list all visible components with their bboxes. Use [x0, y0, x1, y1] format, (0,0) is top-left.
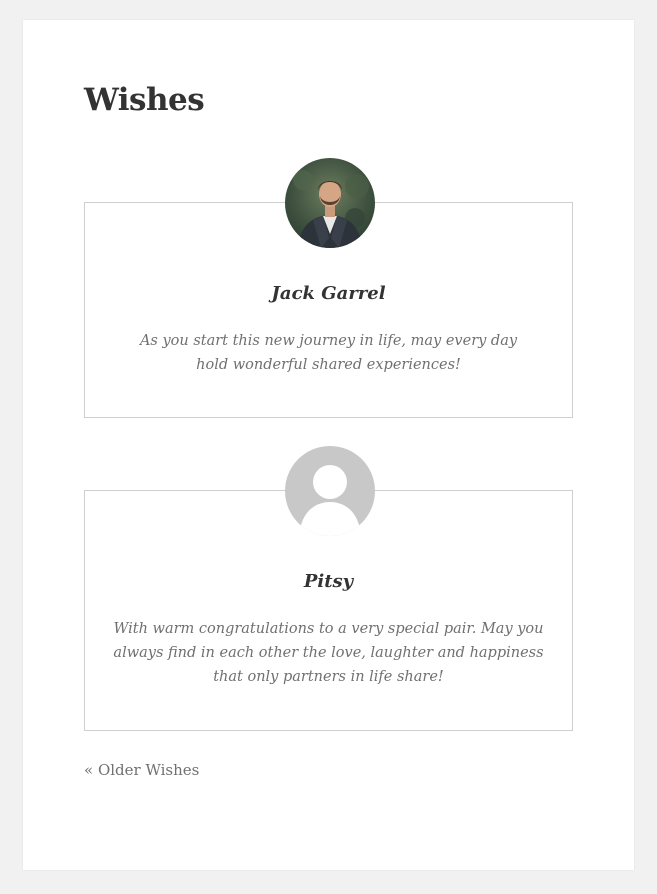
- wish-card: Jack Garrel As you start this new journe…: [84, 158, 573, 418]
- page-title: Wishes: [84, 82, 205, 118]
- wish-message: With warm congratulations to a very spec…: [113, 621, 544, 685]
- user-photo-avatar: [285, 158, 375, 248]
- wish-card: Pitsy With warm congratulations to a ver…: [84, 446, 573, 731]
- wish-message: As you start this new journey in life, m…: [139, 333, 518, 373]
- default-avatar: [285, 446, 375, 536]
- page-card: Wishes Jack Garrel As you start this new…: [23, 20, 634, 870]
- user-photo-icon: [285, 158, 375, 248]
- wish-author-name: Jack Garrel: [271, 283, 386, 304]
- wish-author-name: Pitsy: [303, 571, 354, 592]
- older-wishes-link[interactable]: « Older Wishes: [84, 760, 199, 780]
- default-avatar-icon: [285, 446, 375, 536]
